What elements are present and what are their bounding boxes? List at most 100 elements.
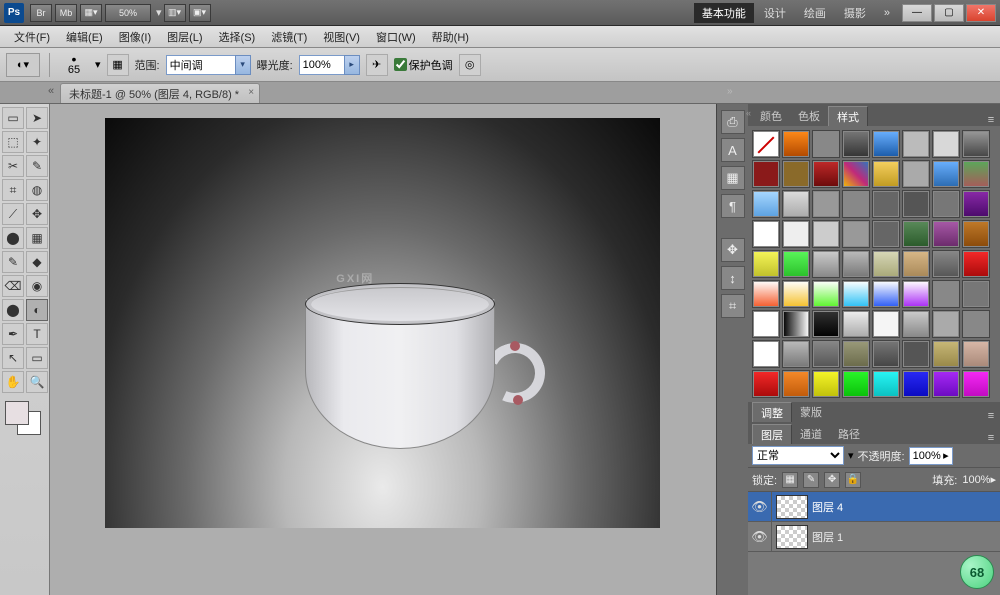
style-swatch[interactable] — [932, 130, 960, 158]
style-swatch[interactable] — [842, 160, 870, 188]
style-swatch[interactable] — [872, 340, 900, 368]
tool-20[interactable]: ↖ — [2, 347, 24, 369]
tool-23[interactable]: 🔍 — [26, 371, 48, 393]
document-canvas[interactable]: GXI网 System.com — [105, 118, 660, 528]
tool-21[interactable]: ▭ — [26, 347, 48, 369]
style-swatch[interactable] — [812, 370, 840, 398]
tool-16[interactable]: ⬤ — [2, 299, 24, 321]
close-tab-icon[interactable]: × — [248, 87, 254, 98]
style-swatch[interactable] — [782, 130, 810, 158]
style-swatch[interactable] — [752, 370, 780, 398]
brush-preview[interactable]: • 65 — [59, 50, 89, 80]
workspace-more[interactable]: » — [876, 3, 898, 23]
style-swatch[interactable] — [812, 190, 840, 218]
style-swatch[interactable] — [782, 340, 810, 368]
style-swatch[interactable] — [902, 370, 930, 398]
style-swatch[interactable] — [872, 160, 900, 188]
style-swatch[interactable] — [812, 340, 840, 368]
menu-layer[interactable]: 图层(L) — [159, 29, 210, 45]
workspace-essentials[interactable]: 基本功能 — [694, 3, 754, 23]
workspace-painting[interactable]: 绘画 — [796, 3, 834, 23]
style-swatch[interactable] — [782, 310, 810, 338]
style-swatch[interactable] — [902, 310, 930, 338]
style-swatch[interactable] — [932, 220, 960, 248]
visibility-eye-icon[interactable]: 👁 — [748, 522, 772, 551]
panel-menu-icon[interactable]: ≡ — [982, 432, 1000, 444]
style-swatch[interactable] — [932, 160, 960, 188]
style-swatch[interactable] — [752, 130, 780, 158]
style-swatch[interactable] — [812, 250, 840, 278]
style-swatch[interactable] — [902, 130, 930, 158]
layer-thumbnail[interactable] — [776, 495, 808, 519]
tablet-pressure-toggle[interactable]: ◎ — [459, 54, 481, 76]
tool-10[interactable]: ⬤ — [2, 227, 24, 249]
foreground-color[interactable] — [5, 401, 29, 425]
visibility-eye-icon[interactable]: 👁 — [748, 492, 772, 521]
style-swatch[interactable] — [932, 250, 960, 278]
minimize-button[interactable]: — — [902, 4, 932, 22]
screen-mode-button[interactable]: ▣▾ — [189, 4, 211, 22]
tool-5[interactable]: ✎ — [26, 155, 48, 177]
arrange-docs-button[interactable]: ▥▾ — [164, 4, 186, 22]
tool-11[interactable]: ▦ — [26, 227, 48, 249]
style-swatch[interactable] — [872, 220, 900, 248]
exposure-input[interactable] — [299, 55, 345, 75]
style-swatch[interactable] — [812, 220, 840, 248]
style-swatch[interactable] — [872, 370, 900, 398]
tool-8[interactable]: ⟋ — [2, 203, 24, 225]
style-swatch[interactable] — [782, 250, 810, 278]
panel-menu-icon[interactable]: ≡ — [982, 114, 1000, 126]
range-select[interactable] — [166, 55, 236, 75]
style-swatch[interactable] — [932, 280, 960, 308]
style-swatch[interactable] — [872, 280, 900, 308]
tool-7[interactable]: ◍ — [26, 179, 48, 201]
style-swatch[interactable] — [902, 220, 930, 248]
style-swatch[interactable] — [812, 280, 840, 308]
style-swatch[interactable] — [872, 250, 900, 278]
style-swatch[interactable] — [752, 160, 780, 188]
lock-position-icon[interactable]: ✥ — [824, 472, 840, 488]
dropdown-arrow-icon[interactable]: ▸ — [344, 55, 360, 75]
blend-mode-select[interactable]: 正常 — [752, 446, 844, 465]
brushes-icon[interactable]: ✥ — [721, 238, 745, 262]
style-swatch[interactable] — [842, 370, 870, 398]
dropdown-arrow-icon[interactable]: ▾ — [235, 55, 251, 75]
tool-4[interactable]: ✂ — [2, 155, 24, 177]
tool-1[interactable]: ➤ — [26, 107, 48, 129]
opacity-input[interactable]: 100%▸ — [909, 447, 953, 465]
tab-styles[interactable]: 样式 — [828, 106, 868, 126]
style-swatch[interactable] — [962, 130, 990, 158]
paragraph-icon[interactable]: ▦ — [721, 166, 745, 190]
tab-color[interactable]: 颜色 — [752, 106, 790, 126]
tool-17[interactable]: ◐ — [26, 299, 48, 321]
style-swatch[interactable] — [842, 310, 870, 338]
paragraph2-icon[interactable]: ¶ — [721, 194, 745, 218]
style-swatch[interactable] — [962, 370, 990, 398]
maximize-button[interactable]: ▢ — [934, 4, 964, 22]
dropdown-arrow-icon[interactable]: ▾ — [848, 449, 854, 462]
style-swatch[interactable] — [752, 250, 780, 278]
tool-2[interactable]: ⬚ — [2, 131, 24, 153]
style-swatch[interactable] — [842, 280, 870, 308]
minibridge-button[interactable]: Mb — [55, 4, 77, 22]
style-swatch[interactable] — [752, 310, 780, 338]
fill-input[interactable]: 100%▸ — [962, 473, 996, 486]
airbrush-toggle[interactable]: ✈ — [366, 54, 388, 76]
brush-panel-toggle[interactable]: ▦ — [107, 54, 129, 76]
menu-help[interactable]: 帮助(H) — [424, 29, 477, 45]
tab-masks[interactable]: 蒙版 — [792, 402, 830, 422]
view-extras-button[interactable]: ▦▾ — [80, 4, 102, 22]
style-swatch[interactable] — [932, 310, 960, 338]
close-button[interactable]: ✕ — [966, 4, 996, 22]
lock-all-icon[interactable]: 🔒 — [845, 472, 861, 488]
tab-paths[interactable]: 路径 — [830, 424, 868, 444]
color-swatches[interactable] — [2, 401, 47, 435]
menu-file[interactable]: 文件(F) — [6, 29, 58, 45]
style-swatch[interactable] — [902, 340, 930, 368]
menu-image[interactable]: 图像(I) — [111, 29, 159, 45]
style-swatch[interactable] — [782, 190, 810, 218]
style-swatch[interactable] — [752, 340, 780, 368]
tool-14[interactable]: ⌫ — [2, 275, 24, 297]
zoom-level[interactable]: 50% — [105, 4, 151, 22]
style-swatch[interactable] — [872, 190, 900, 218]
